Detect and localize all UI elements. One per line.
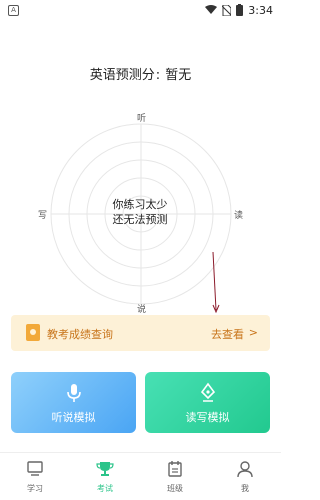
tab-exam-label: 考试 [97, 484, 113, 493]
tab-study[interactable]: 学习 [0, 453, 70, 500]
tab-me[interactable]: 我 [210, 453, 280, 500]
radar-axis-label-read: 读 [234, 211, 244, 221]
radar-empty-message: 你练习太少 还无法预测 [100, 197, 180, 227]
user-icon [237, 461, 253, 478]
score-query-label: 教考成绩查询 [47, 328, 113, 341]
radar-axis-label-listen: 听 [137, 114, 147, 124]
tab-me-label: 我 [241, 484, 249, 493]
chevron-right-icon: > [248, 326, 258, 339]
hint-arrow-line [212, 251, 217, 311]
score-query-link[interactable]: 去查看 [211, 326, 244, 342]
pen-nib-icon [200, 382, 215, 402]
monitor-icon [27, 461, 43, 476]
radar-axis-label-write: 写 [38, 211, 48, 221]
tab-study-label: 学习 [27, 484, 43, 493]
tab-class-label: 班级 [167, 484, 183, 493]
radar-empty-line-1: 你练习太少 [112, 198, 168, 211]
tab-class[interactable]: 班级 [140, 453, 210, 500]
score-query-banner[interactable]: 教考成绩查询 去查看 > [11, 315, 270, 351]
radar-axis-label-speak: 说 [137, 305, 147, 315]
trophy-icon [96, 462, 114, 476]
listening-speaking-mock-card[interactable]: 听说模拟 [11, 372, 136, 433]
radar-empty-line-2: 还无法预测 [112, 213, 168, 226]
calendar-icon [168, 461, 182, 477]
listening-speaking-mock-label: 听说模拟 [51, 411, 96, 424]
score-book-icon [26, 324, 40, 341]
tab-exam[interactable]: 考试 [70, 453, 140, 500]
microphone-icon [66, 384, 81, 402]
bottom-tab-bar: 学习 考试 班级 我 [0, 452, 281, 500]
reading-writing-mock-card[interactable]: 读写模拟 [145, 372, 270, 433]
reading-writing-mock-label: 读写模拟 [185, 411, 230, 424]
